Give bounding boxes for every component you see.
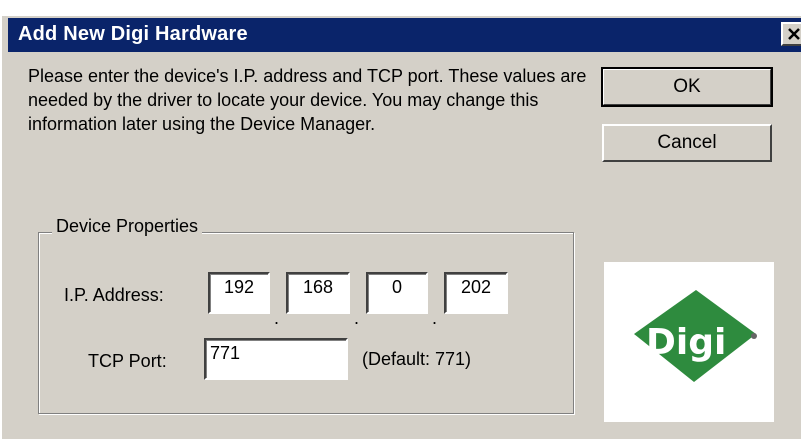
logo-text: Digi	[646, 322, 726, 363]
close-button[interactable]	[781, 22, 801, 46]
ip-octet-3-input[interactable]: 0	[366, 272, 428, 314]
device-properties-group	[38, 232, 574, 414]
tcp-default-note: (Default: 771)	[362, 349, 472, 369]
close-icon	[787, 27, 801, 41]
ip-address-label: I.P. Address:	[64, 285, 164, 305]
window-title: Add New Digi Hardware	[18, 23, 248, 45]
tcp-port-label: TCP Port:	[88, 351, 167, 371]
ip-separator: .	[354, 308, 360, 328]
digi-logo: Digi	[604, 262, 774, 422]
ip-separator: .	[274, 308, 280, 328]
cancel-button[interactable]: Cancel	[602, 124, 772, 162]
ok-button[interactable]: OK	[601, 67, 773, 107]
ip-octet-2-input[interactable]: 168	[286, 272, 350, 314]
ip-octet-1-input[interactable]: 192	[208, 272, 270, 314]
tcp-port-input[interactable]: 771	[204, 338, 348, 380]
ip-separator: .	[432, 308, 438, 328]
device-properties-label: Device Properties	[52, 216, 203, 237]
title-bar: Add New Digi Hardware	[8, 18, 801, 52]
instructions-text: Please enter the device's I.P. address a…	[28, 66, 587, 134]
ip-octet-4-input[interactable]: 202	[444, 272, 508, 314]
